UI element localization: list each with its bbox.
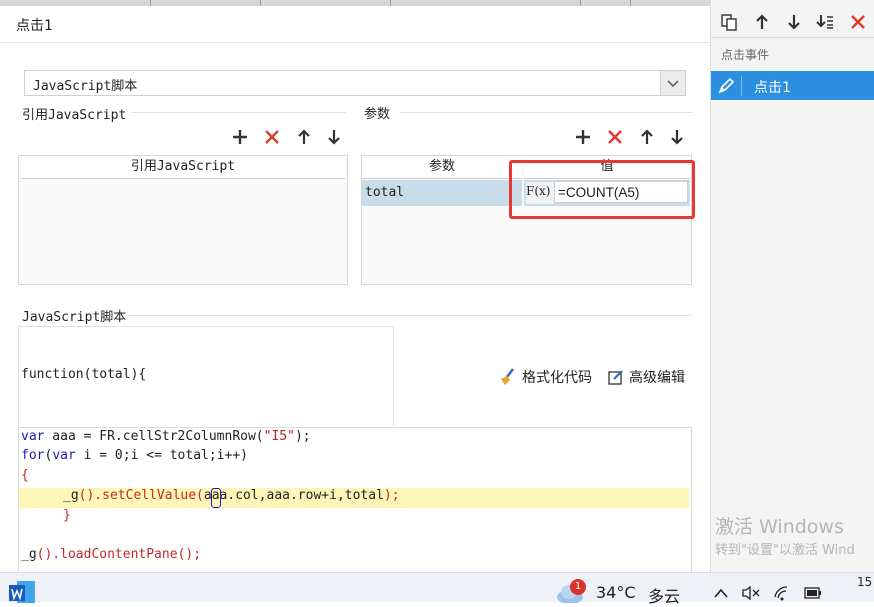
script-type-value: JavaScript脚本 <box>33 79 138 94</box>
clock[interactable]: 15 <box>857 575 872 589</box>
add-ref-js-button[interactable] <box>230 127 250 147</box>
divider <box>132 112 346 113</box>
battery-icon[interactable] <box>803 585 823 605</box>
bracket-match-marker <box>211 488 221 508</box>
arrow-up-icon <box>641 129 653 144</box>
notification-badge: 1 <box>570 579 586 595</box>
arrow-up-icon <box>756 14 768 29</box>
activation-watermark-text: 转到"设置"以激活 Wind <box>715 543 855 558</box>
copy-event-button[interactable] <box>719 12 739 32</box>
ref-js-section-label: 引用JavaScript <box>22 108 127 123</box>
dialog-title: 点击1 <box>16 18 53 34</box>
arrow-bottom-icon <box>816 15 833 29</box>
chevron-down-icon[interactable] <box>660 71 685 95</box>
plus-icon <box>576 130 590 144</box>
broom-icon <box>501 368 514 385</box>
move-down-param-button[interactable] <box>667 127 687 147</box>
params-section-label: 参数 <box>364 107 391 122</box>
event-item[interactable]: 点击1 <box>711 71 874 100</box>
code-line-2: for(var i = 0;i <= total;i++) <box>21 448 248 463</box>
highlight-box <box>509 160 695 219</box>
divider <box>128 315 692 316</box>
pencil-icon <box>716 76 736 100</box>
events-panel: 点击事件 点击1 激活 Windows 转到"设置"以激活 Wind <box>710 0 874 572</box>
script-type-select[interactable]: JavaScript脚本 <box>24 70 686 96</box>
weather-text[interactable]: 多云 <box>648 583 680 607</box>
ref-js-column-header: 引用JavaScript <box>21 156 345 179</box>
temperature[interactable]: 34°C <box>596 583 636 602</box>
arrow-down-icon <box>328 130 340 145</box>
advanced-edit-button[interactable]: 高级编辑 <box>607 367 685 387</box>
move-up-param-button[interactable] <box>637 127 657 147</box>
event-item-label: 点击1 <box>754 80 791 96</box>
move-down-ref-js-button[interactable] <box>324 127 344 147</box>
arrow-up-icon <box>298 129 310 144</box>
copy-icon <box>721 14 737 31</box>
delete-ref-js-button[interactable] <box>262 127 282 147</box>
close-icon <box>851 15 865 29</box>
wifi-icon[interactable] <box>773 585 793 605</box>
function-header-box: function(total){ <box>18 326 394 426</box>
arrow-down-icon <box>788 15 800 30</box>
add-param-button[interactable] <box>573 127 593 147</box>
delete-event-button[interactable] <box>848 12 868 32</box>
close-icon <box>608 130 622 144</box>
param-name-header: 参数 <box>362 156 522 179</box>
delete-param-button[interactable] <box>605 127 625 147</box>
events-header: 点击事件 <box>721 48 770 62</box>
move-down-event-button[interactable] <box>784 12 804 32</box>
code-line-6: _g().loadContentPane(); <box>21 547 202 562</box>
js-script-section-label: JavaScript脚本 <box>22 310 127 325</box>
word-app-icon[interactable] <box>9 579 37 603</box>
format-code-button[interactable]: 格式化代码 <box>498 367 592 387</box>
code-editor[interactable]: var aaa = FR.cellStr2ColumnRow("I5"); fo… <box>18 427 692 574</box>
taskbar: 1 34°C 多云 15 <box>0 572 874 606</box>
code-line-5: } <box>63 508 71 523</box>
move-up-event-button[interactable] <box>752 12 772 32</box>
code-line-1: var aaa = FR.cellStr2ColumnRow("I5"); <box>21 429 311 444</box>
function-signature: function(total){ <box>21 367 147 382</box>
edit-icon <box>608 370 623 385</box>
move-up-ref-js-button[interactable] <box>294 127 314 147</box>
speaker-muted-icon[interactable] <box>741 585 761 605</box>
plus-icon <box>233 130 247 144</box>
close-icon <box>265 130 279 144</box>
activation-watermark-title: 激活 Windows <box>715 516 844 538</box>
move-to-bottom-event-button[interactable] <box>815 12 835 32</box>
arrow-down-icon <box>671 130 683 145</box>
dialog-titlebar: 点击1 <box>0 6 710 43</box>
ref-js-table: 引用JavaScript <box>18 155 348 285</box>
param-row-name[interactable]: total <box>362 180 522 206</box>
code-line-4: _g().setCellValue(aaa.col,aaa.row+i,tota… <box>63 488 400 503</box>
code-line-3: { <box>21 468 29 483</box>
divider <box>400 112 692 113</box>
divider <box>711 37 874 38</box>
